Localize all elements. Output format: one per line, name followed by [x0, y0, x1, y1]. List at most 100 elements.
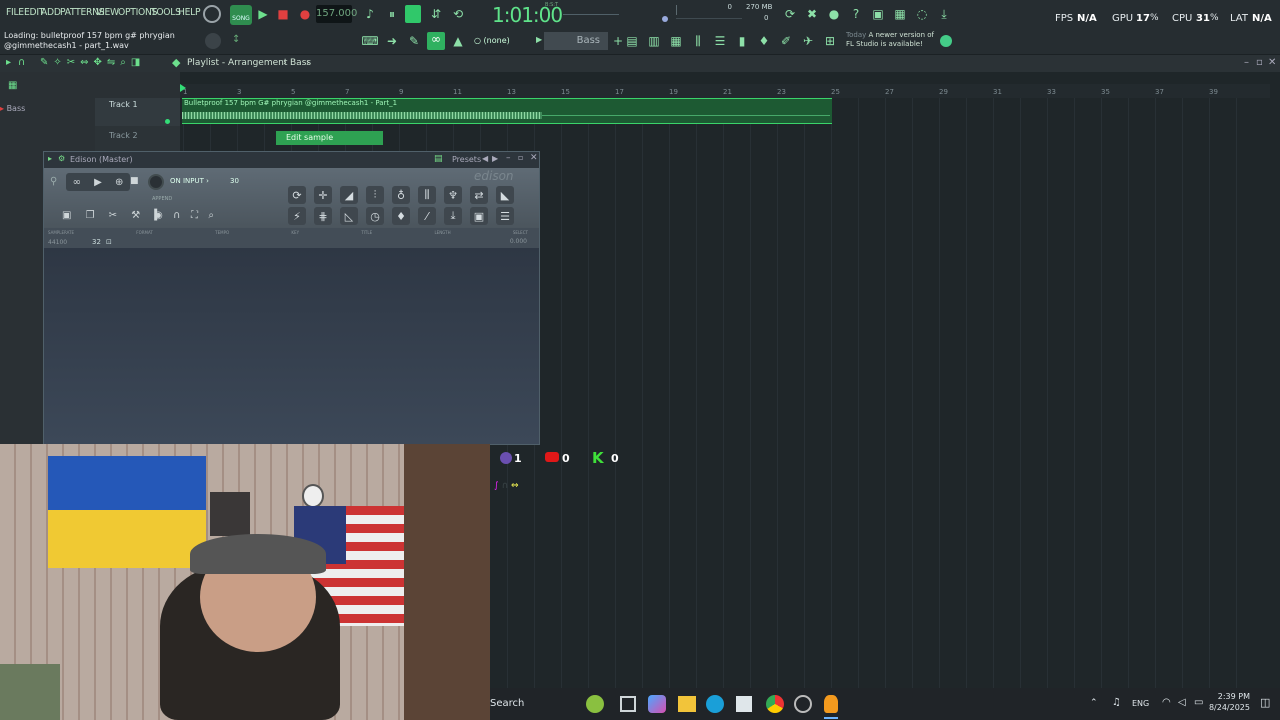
news-panel[interactable]: Today A newer version of FL Studio is av…: [846, 31, 938, 49]
track-led-icon[interactable]: [165, 119, 170, 124]
track-row[interactable]: Track 1: [95, 98, 180, 126]
curve-icon[interactable]: ◺: [340, 207, 358, 225]
amplify-icon[interactable]: ✛: [314, 186, 332, 204]
task-view-icon[interactable]: [620, 696, 636, 712]
edit-sample-tooltip[interactable]: Edit sample: [276, 131, 383, 145]
browser-item-bass[interactable]: ▸ Bass: [0, 104, 95, 114]
menu-view[interactable]: VIEW: [96, 7, 119, 18]
edison-minimize-icon[interactable]: –: [506, 153, 511, 163]
fade-icon[interactable]: ◢: [340, 186, 358, 204]
globe-icon[interactable]: [940, 35, 952, 47]
slice-icon[interactable]: ⋕: [314, 207, 332, 225]
pattern-arrow-icon[interactable]: ▶: [536, 35, 542, 44]
edison-wrench-icon[interactable]: ⚒: [131, 210, 140, 224]
eq-icon[interactable]: ⫼: [418, 186, 436, 204]
mixer-icon[interactable]: ✖: [804, 6, 820, 22]
save-icon[interactable]: ▣: [870, 6, 886, 22]
menu-file[interactable]: FILE: [6, 7, 24, 18]
plugin-icon-2[interactable]: ♦: [756, 33, 772, 49]
edison-record-icon[interactable]: [148, 174, 164, 190]
edison-copy-icon[interactable]: ❐: [86, 210, 95, 224]
edison-window[interactable]: ▸ ⚙ Edison (Master) ▤ Presets ◀ ▶ – ▫ ✕ …: [43, 151, 540, 445]
volume-icon[interactable]: ◁: [1178, 697, 1186, 708]
notification-icon[interactable]: ◫: [1260, 696, 1270, 709]
clock[interactable]: 2:39 PM 8/24/2025: [1208, 691, 1250, 713]
record-icon[interactable]: ●: [297, 6, 313, 22]
resize-tool-icon[interactable]: ⇔: [511, 481, 519, 491]
countdown-icon[interactable]: [405, 5, 421, 23]
master-pitch-knob[interactable]: [662, 16, 668, 22]
language-indicator[interactable]: ENG: [1132, 699, 1149, 708]
help-icon[interactable]: ?: [848, 6, 864, 22]
edison-waveform-area[interactable]: [44, 248, 539, 444]
track-row[interactable]: Track 2: [95, 126, 180, 154]
maximize-icon[interactable]: ▫: [1256, 57, 1263, 68]
tray-chevron-icon[interactable]: ⌃: [1090, 698, 1098, 708]
wait-icon[interactable]: ⏸: [384, 6, 400, 22]
save-sample-icon[interactable]: ▣: [470, 207, 488, 225]
chrome-icon[interactable]: [766, 695, 784, 713]
brush-tool-icon[interactable]: ⁄: [418, 207, 436, 225]
tool-strip-icon[interactable]: ✎✧✂⇔✥⇋⌕◨: [40, 57, 145, 68]
plugin-picker-icon[interactable]: ▮: [734, 33, 750, 49]
loop-icon[interactable]: ⇄: [470, 186, 488, 204]
pitch-knob-icon[interactable]: ↕: [232, 34, 240, 45]
menu-add[interactable]: ADD: [41, 7, 61, 18]
metronome-icon[interactable]: ♪: [362, 6, 378, 22]
trim-icon[interactable]: ⫶: [366, 186, 384, 204]
edison-stop-icon[interactable]: ■: [130, 176, 139, 186]
presets-label[interactable]: Presets: [452, 155, 481, 164]
picker-icon[interactable]: ▦: [8, 80, 17, 91]
keyboard-icon[interactable]: ⌨: [361, 33, 378, 49]
edison-cut-icon[interactable]: ✂: [109, 210, 117, 224]
loop-record-icon[interactable]: ⟲: [450, 6, 466, 22]
cart-icon[interactable]: ⊞: [822, 33, 838, 49]
tempo-display[interactable]: 157.000: [316, 5, 357, 23]
step-edit-icon[interactable]: ⇵: [428, 6, 444, 22]
time-icon[interactable]: ◷: [366, 207, 384, 225]
edison-loop-icon[interactable]: ∞: [73, 177, 81, 188]
mic-record-icon[interactable]: ♁: [392, 186, 410, 204]
format-icon[interactable]: ⊡: [106, 238, 112, 246]
edison-close-icon[interactable]: ✕: [530, 153, 538, 163]
play-toggle-icon[interactable]: ◆: [172, 56, 180, 69]
arrow-icon[interactable]: ➜: [384, 33, 400, 49]
normalize-icon[interactable]: ⟳: [288, 186, 306, 204]
piano-roll-icon[interactable]: ▦: [668, 33, 684, 49]
settings-icon[interactable]: ☰: [496, 207, 514, 225]
channel-selector[interactable]: Bass: [544, 32, 608, 50]
pitch-tool-icon[interactable]: ∫: [494, 481, 499, 491]
mic-icon[interactable]: ●: [826, 6, 842, 22]
search-highlight-icon[interactable]: [586, 695, 604, 713]
prev-preset-icon[interactable]: ◀: [482, 154, 488, 163]
brush-icon[interactable]: ✐: [778, 33, 794, 49]
bucket-icon[interactable]: ▲: [450, 33, 466, 49]
menu-help[interactable]: HELP: [178, 7, 201, 18]
download-icon[interactable]: ⤓: [936, 6, 952, 22]
export-icon[interactable]: ⤓: [444, 207, 462, 225]
stop-icon[interactable]: ■: [275, 6, 291, 22]
snap-link-icon[interactable]: ∞: [427, 32, 445, 50]
edison-maximize-icon[interactable]: ▫: [518, 153, 523, 162]
edison-link-icon[interactable]: ⚲: [50, 176, 57, 187]
timeline-ruler[interactable]: [180, 84, 1270, 98]
browser-icon[interactable]: ☰: [712, 33, 728, 49]
edison-titlebar[interactable]: ▸ ⚙ Edison (Master) ▤ Presets ◀ ▶ – ▫ ✕: [44, 152, 539, 168]
file-explorer-icon[interactable]: [678, 696, 696, 712]
channel-rack-icon[interactable]: ▥: [646, 33, 662, 49]
minimize-icon[interactable]: –: [1244, 57, 1249, 68]
menu-tools[interactable]: TOOLS: [151, 7, 181, 18]
edison-rate[interactable]: 30: [230, 177, 239, 185]
edison-eye-icon[interactable]: ◉: [154, 210, 163, 224]
battery-icon[interactable]: ▭: [1194, 697, 1203, 708]
edison-magnet-icon[interactable]: ∩: [173, 210, 180, 224]
fl-studio-icon[interactable]: [824, 695, 838, 713]
pattern-selector[interactable]: ○ (none): [474, 36, 510, 45]
edison-save-icon[interactable]: ▣: [62, 210, 71, 224]
playlist-icon[interactable]: ▤: [624, 33, 640, 49]
magnet-icon[interactable]: ∩: [18, 57, 25, 68]
edison-gear-icon[interactable]: ⚙: [58, 154, 65, 163]
copilot-icon[interactable]: [648, 695, 666, 713]
plugin-icon[interactable]: ▦: [892, 6, 908, 22]
edison-grid-icon[interactable]: ⊕: [115, 177, 123, 188]
